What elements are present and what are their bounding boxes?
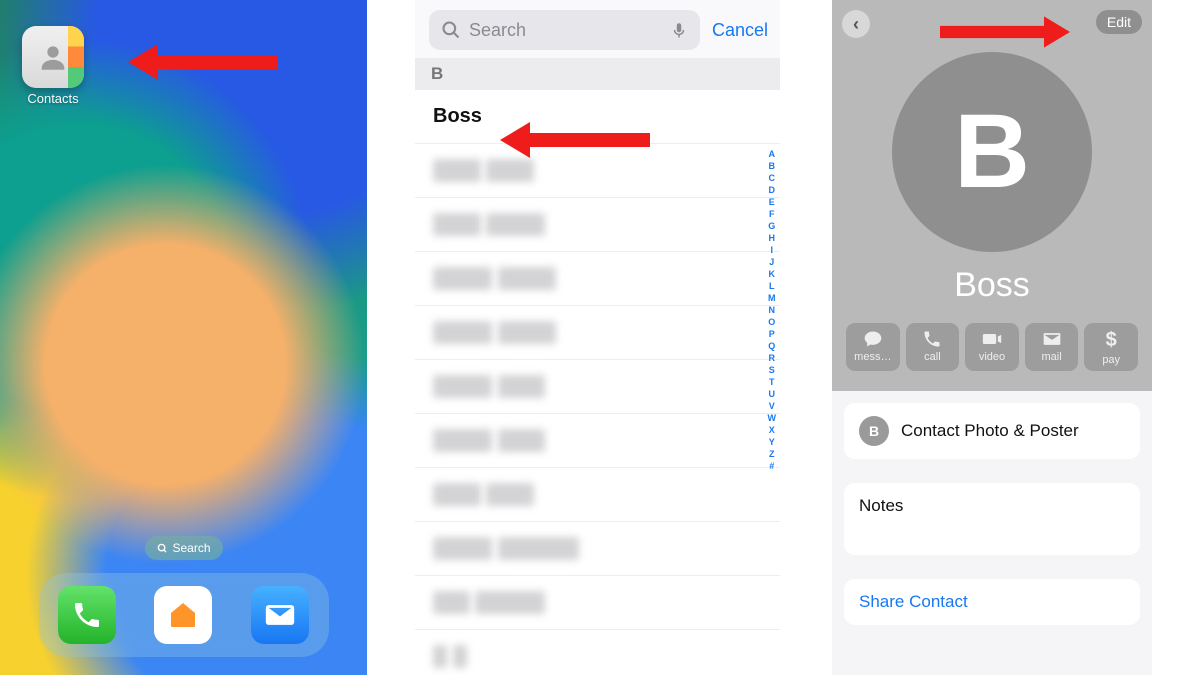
call-button[interactable]: call	[906, 323, 960, 371]
section-header: B	[415, 58, 780, 90]
search-label: Search	[172, 541, 210, 555]
video-icon	[981, 329, 1003, 349]
phone-app-icon[interactable]	[58, 586, 116, 644]
contact-photo-poster-row[interactable]: B Contact Photo & Poster	[844, 403, 1140, 459]
pay-button[interactable]: $ pay	[1084, 323, 1138, 371]
contact-row[interactable]: Aaaa Aaaa	[415, 468, 780, 522]
back-button[interactable]: ‹	[842, 10, 870, 38]
contact-avatar[interactable]: B	[892, 52, 1092, 252]
contact-hero: ‹ Edit B Boss mess… call video	[832, 0, 1152, 391]
notes-label: Notes	[859, 496, 903, 515]
contact-row[interactable]: Aaaaa Aaaa	[415, 414, 780, 468]
home-app-icon[interactable]	[154, 586, 212, 644]
app-label: Contacts	[22, 91, 84, 106]
contact-name: Boss	[846, 266, 1138, 305]
edit-button[interactable]: Edit	[1096, 10, 1142, 34]
spotlight-search-pill[interactable]: Search	[144, 536, 222, 560]
action-row: mess… call video mail $ pay	[846, 323, 1138, 371]
photo-poster-label: Contact Photo & Poster	[901, 421, 1079, 441]
mail-button[interactable]: mail	[1025, 323, 1079, 371]
contacts-list[interactable]: Boss Aaaa Aaaa Aaaa Aaaaa Aaaaa Aaaaa Aa…	[415, 90, 780, 675]
contact-row[interactable]: A A	[415, 630, 780, 675]
mini-avatar: B	[859, 416, 889, 446]
search-icon	[441, 20, 461, 40]
message-icon	[862, 329, 884, 349]
mail-icon	[1041, 329, 1063, 349]
share-contact-button[interactable]: Share Contact	[844, 579, 1140, 625]
contact-row[interactable]: Aaaa Aaaaa	[415, 198, 780, 252]
search-row: Search Cancel	[415, 0, 780, 58]
contacts-icon	[22, 26, 84, 88]
contact-card-panel: ‹ Edit B Boss mess… call video	[832, 0, 1152, 675]
mic-icon[interactable]	[670, 19, 688, 41]
contact-row[interactable]: Aaaaa Aaaaaaa	[415, 522, 780, 576]
contacts-app[interactable]: Contacts	[22, 26, 84, 106]
dock	[39, 573, 329, 657]
contacts-list-panel: Search Cancel B Boss Aaaa Aaaa Aaaa Aaaa…	[415, 0, 780, 675]
notes-card[interactable]: Notes	[844, 483, 1140, 555]
message-button[interactable]: mess…	[846, 323, 900, 371]
cancel-button[interactable]: Cancel	[712, 20, 768, 41]
search-input[interactable]: Search	[429, 10, 700, 50]
search-placeholder: Search	[469, 20, 670, 41]
contact-row[interactable]: Aaaaa Aaaa	[415, 360, 780, 414]
contact-row-boss[interactable]: Boss	[415, 90, 780, 144]
mail-app-icon[interactable]	[251, 586, 309, 644]
phone-icon	[922, 329, 942, 349]
dollar-icon: $	[1106, 329, 1117, 352]
contact-row[interactable]: Aaaaa Aaaaa	[415, 306, 780, 360]
video-button[interactable]: video	[965, 323, 1019, 371]
contact-row[interactable]: Aaaa Aaaa	[415, 144, 780, 198]
contact-row[interactable]: Aaa Aaaaaa	[415, 576, 780, 630]
alpha-index[interactable]: ABCDEFGHIJKLMNOPQRSTUVWXYZ#	[768, 148, 777, 472]
home-screen-panel: Contacts Search	[0, 0, 367, 675]
contact-row[interactable]: Aaaaa Aaaaa	[415, 252, 780, 306]
